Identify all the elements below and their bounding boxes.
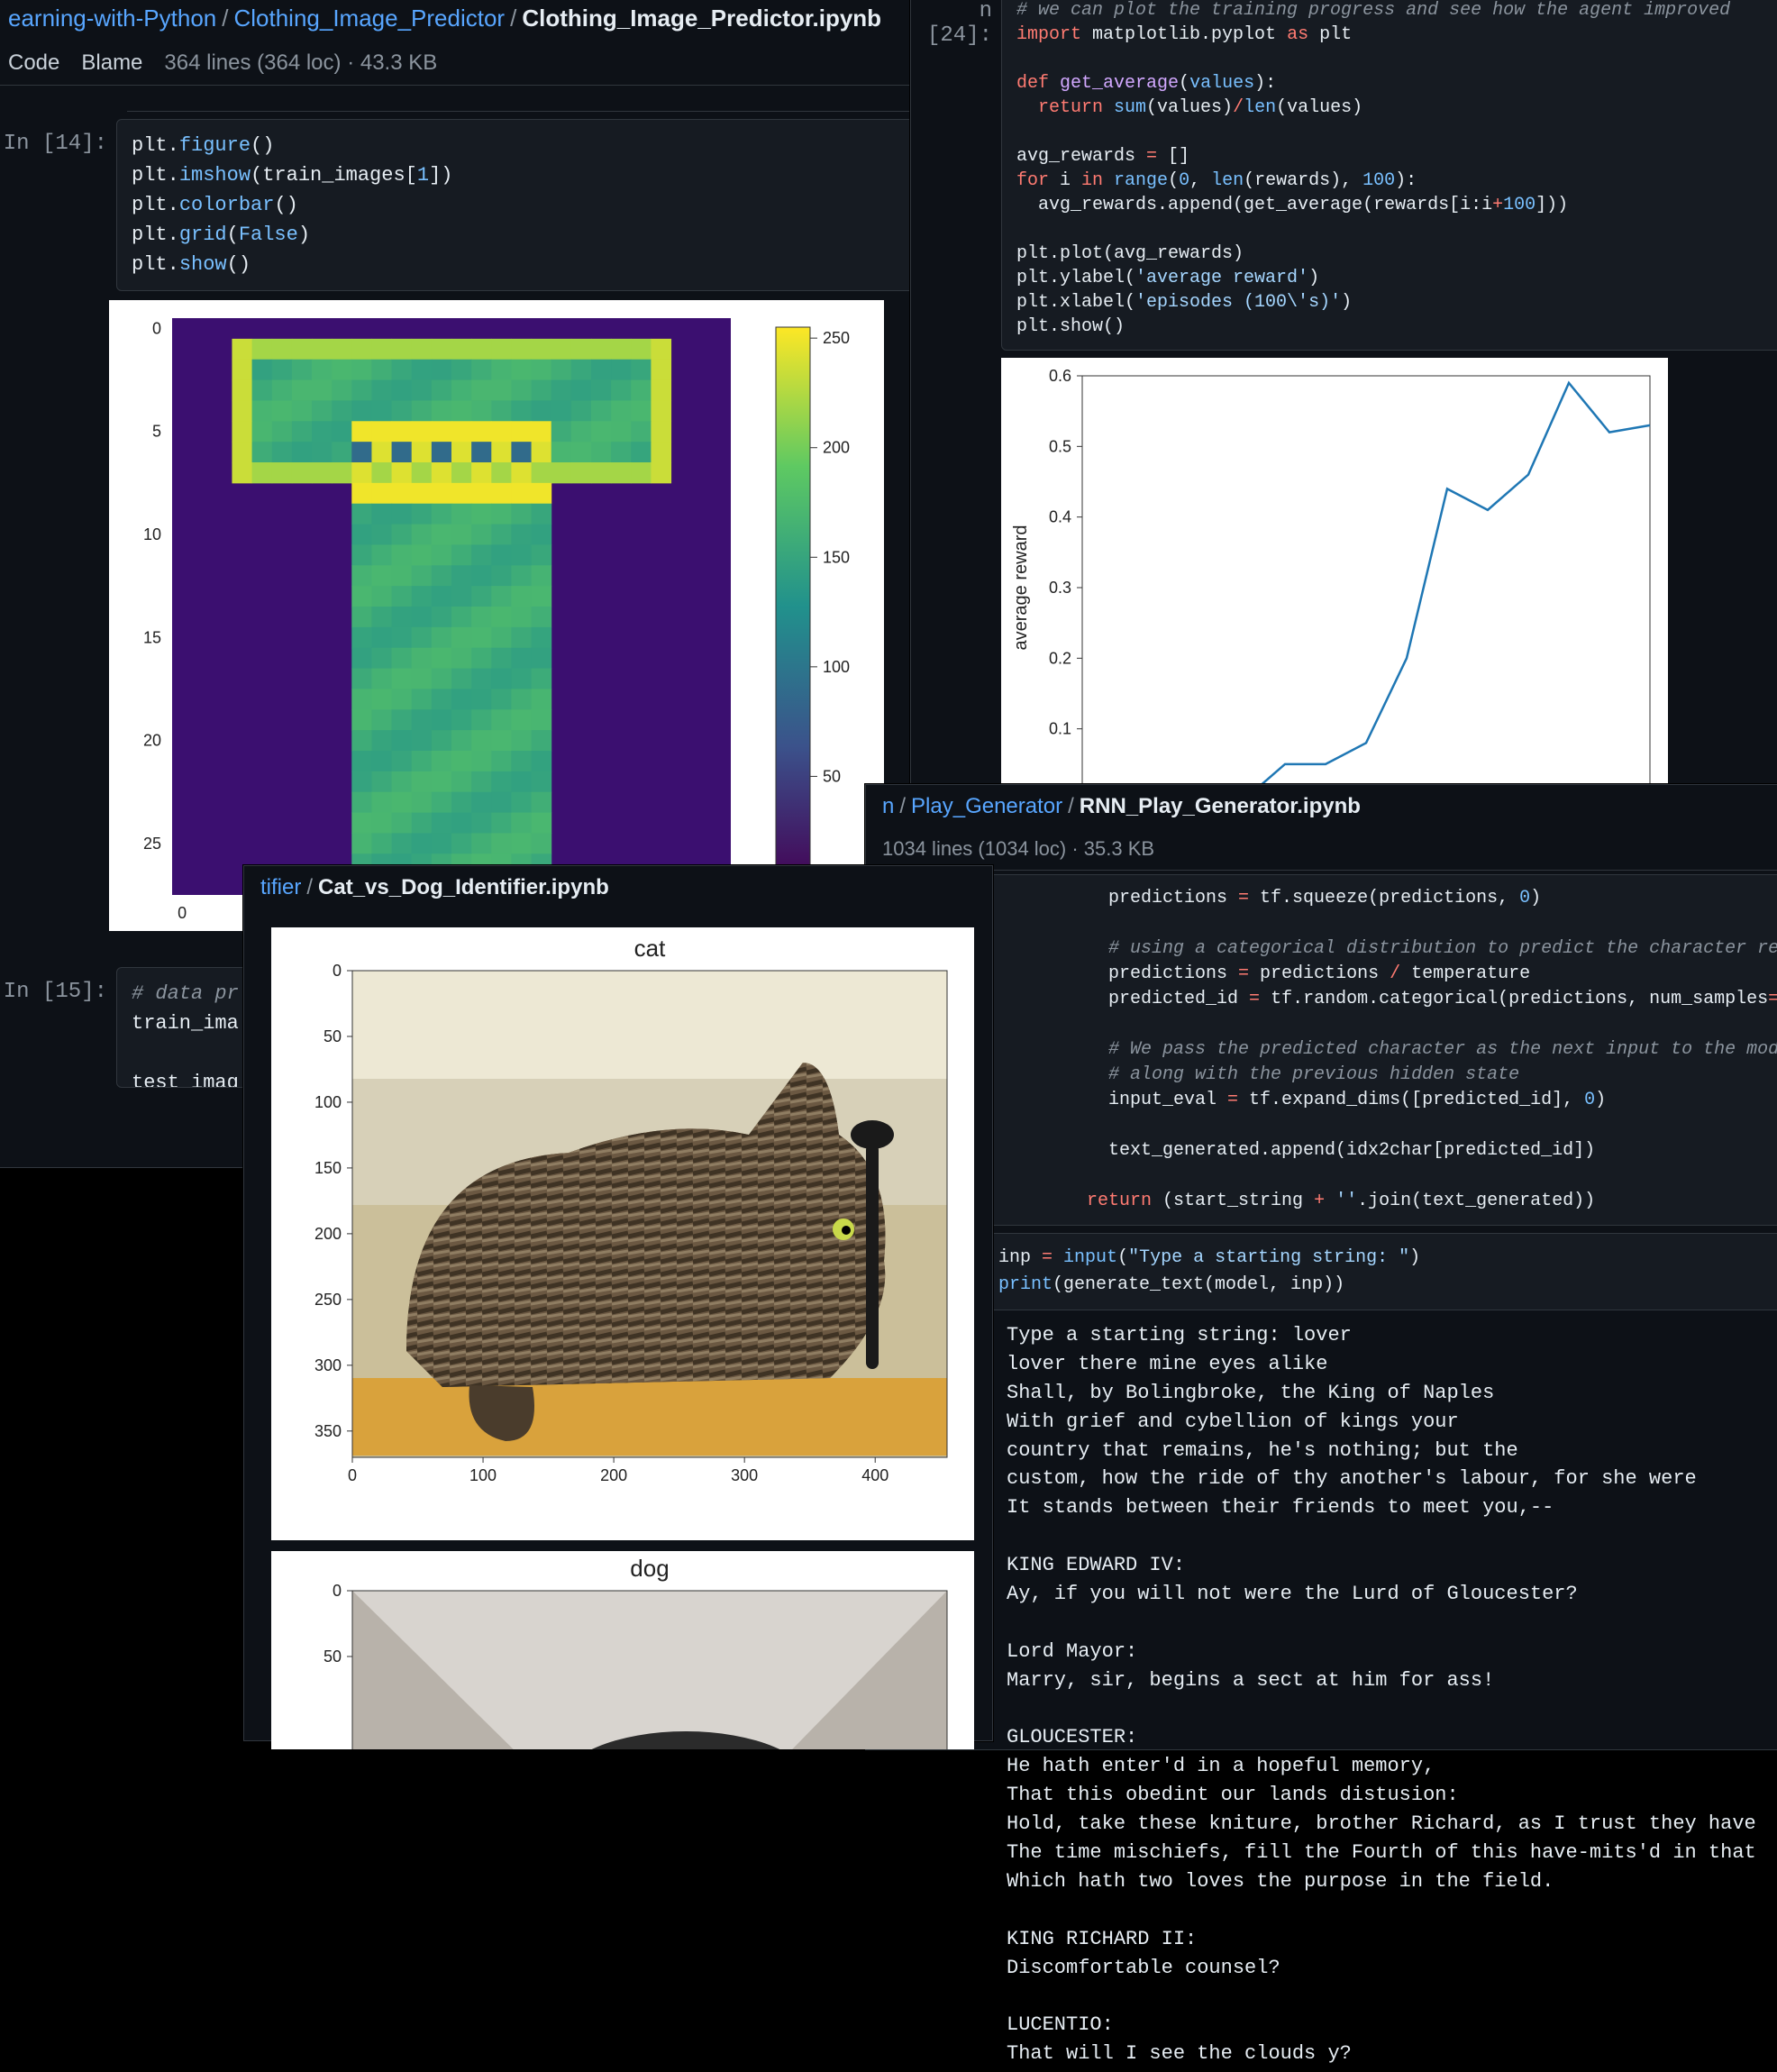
file-meta: 1034 lines (1034 loc) · 35.3 KB	[882, 837, 1154, 861]
svg-text:150: 150	[823, 548, 850, 566]
svg-text:0.5: 0.5	[1049, 437, 1071, 455]
svg-text:200: 200	[600, 1466, 627, 1484]
chart-average-reward: 024681012140.00.10.20.30.40.50.6episodes…	[1001, 358, 1668, 849]
output-cat-plot: cat	[271, 927, 974, 1540]
svg-text:300: 300	[731, 1466, 758, 1484]
breadcrumb-current: Cat_vs_Dog_Identifier.ipynb	[318, 875, 609, 899]
svg-text:50: 50	[324, 1027, 342, 1045]
svg-text:250: 250	[314, 1291, 342, 1309]
svg-text:15: 15	[143, 628, 161, 646]
svg-text:0.1: 0.1	[1049, 720, 1071, 738]
nb-cell-14: In [14]: plt.figure() plt.imshow(train_i…	[0, 119, 956, 291]
breadcrumb-current: RNN_Play_Generator.ipynb	[1080, 794, 1361, 818]
window-cat-dog: tifier/Cat_vs_Dog_Identifier.ipynb cat	[243, 865, 993, 1741]
plot-title-cat: cat	[634, 935, 666, 962]
breadcrumb-current: Clothing_Image_Predictor.ipynb	[522, 5, 881, 32]
svg-text:0: 0	[152, 319, 161, 337]
tab-blame[interactable]: Blame	[81, 50, 142, 76]
svg-text:300: 300	[314, 1356, 342, 1374]
code-input[interactable]: # we can plot the training progress and …	[1001, 0, 1777, 351]
svg-text:25: 25	[143, 835, 161, 853]
cell-prompt: n [24]:	[911, 0, 1001, 48]
svg-text:0: 0	[178, 904, 187, 922]
svg-text:10: 10	[143, 525, 161, 543]
svg-text:50: 50	[324, 1648, 342, 1666]
cell-prompt: In [14]:	[0, 119, 116, 156]
tab-code[interactable]: Code	[8, 50, 59, 76]
breadcrumb-link-folder[interactable]: Clothing_Image_Predictor	[233, 5, 505, 32]
breadcrumb: n/Play_Generator/RNN_Play_Generator.ipyn…	[866, 785, 1777, 828]
svg-text:average reward: average reward	[1011, 525, 1031, 651]
breadcrumb-link-repo[interactable]: earning-with-Python	[8, 5, 216, 32]
svg-text:200: 200	[823, 439, 850, 457]
breadcrumb: tifier/Cat_vs_Dog_Identifier.ipynb	[244, 866, 992, 909]
breadcrumb-link[interactable]: n	[882, 794, 894, 818]
svg-text:200: 200	[314, 1225, 342, 1243]
code-input[interactable]: inp = input("Type a starting string: ") …	[983, 1233, 1777, 1310]
divider	[127, 93, 938, 112]
output-dog-plot: dog 0 50	[271, 1551, 974, 1749]
svg-text:100: 100	[314, 1093, 342, 1111]
svg-text:0.4: 0.4	[1049, 508, 1071, 526]
svg-text:5: 5	[152, 423, 161, 441]
code-input[interactable]: plt.figure() plt.imshow(train_images[1])…	[116, 119, 956, 291]
svg-text:250: 250	[823, 329, 850, 347]
svg-text:0.2: 0.2	[1049, 649, 1071, 667]
breadcrumb-link-folder[interactable]: Play_Generator	[911, 794, 1062, 818]
svg-text:0: 0	[333, 962, 342, 980]
window-reward: n [24]: # we can plot the training progr…	[910, 0, 1777, 795]
cell-output-image: 0510152025 0510152025 25020015010050	[109, 300, 884, 931]
svg-text:0: 0	[333, 1582, 342, 1600]
file-tabbar: Code Blame 364 lines (364 loc) · 43.3 KB	[0, 41, 956, 86]
svg-text:20: 20	[143, 732, 161, 750]
svg-text:0.6: 0.6	[1049, 367, 1071, 385]
svg-text:350: 350	[314, 1422, 342, 1440]
svg-text:0: 0	[348, 1466, 357, 1484]
svg-text:100: 100	[823, 658, 850, 676]
file-meta: 364 lines (364 loc) · 43.3 KB	[164, 50, 437, 76]
breadcrumb: earning-with-Python/Clothing_Image_Predi…	[0, 0, 956, 41]
svg-text:0.3: 0.3	[1049, 579, 1071, 597]
cell-output-text: Type a starting string: lover lover ther…	[992, 1318, 1777, 2072]
svg-text:150: 150	[314, 1159, 342, 1177]
svg-text:400: 400	[861, 1466, 888, 1484]
code-input[interactable]: predictions = tf.squeeze(predictions, 0)…	[884, 874, 1777, 1226]
cell-prompt: In [15]:	[0, 967, 116, 1004]
window-play-generator: n/Play_Generator/RNN_Play_Generator.ipyn…	[865, 784, 1777, 1750]
svg-text:50: 50	[823, 767, 841, 785]
breadcrumb-link[interactable]: tifier	[260, 875, 301, 899]
svg-text:100: 100	[469, 1466, 497, 1484]
plot-title-dog: dog	[630, 1555, 669, 1582]
